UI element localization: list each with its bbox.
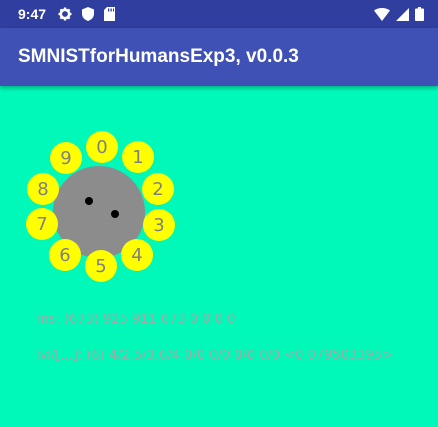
- app-bar: SMNISTforHumansExp3, v0.0.3: [0, 28, 438, 86]
- digit-button-7[interactable]: 7: [26, 208, 58, 240]
- main-content: 0 1 2 3 4 5 6 7 8 9 ms: (673) 925 911 67…: [0, 86, 438, 427]
- digit-button-3[interactable]: 3: [143, 209, 175, 241]
- battery-icon: [415, 7, 424, 21]
- shield-icon: [82, 7, 95, 21]
- app-title: SMNISTforHumansExp3, v0.0.3: [18, 46, 299, 67]
- signal-icon: [396, 7, 409, 21]
- touch-dot: [85, 197, 93, 205]
- status-time: 9:47: [18, 6, 47, 22]
- status-left-icons: [58, 7, 116, 21]
- sd-card-icon: [104, 7, 116, 21]
- digit-button-0[interactable]: 0: [86, 131, 118, 163]
- digit-button-4[interactable]: 4: [121, 239, 153, 271]
- digit-button-9[interactable]: 9: [50, 142, 82, 174]
- status-right-icons: [374, 0, 424, 28]
- wifi-icon: [374, 7, 390, 21]
- settings-gear-icon: [58, 7, 72, 21]
- digit-button-8[interactable]: 8: [27, 173, 59, 205]
- digit-button-6[interactable]: 6: [49, 239, 81, 271]
- ms-stats-text: ms: (673) 925 911 673 0 0 0 0: [36, 312, 236, 327]
- digit-dial: 0 1 2 3 4 5 6 7 8 9: [20, 131, 190, 282]
- digit-button-1[interactable]: 1: [122, 141, 154, 173]
- status-bar: 9:47: [0, 0, 438, 28]
- touch-dot: [111, 210, 119, 218]
- level-stats-text: lvl/[...]: (6) 4/2.5/3.6/4 0/0 0/0 0/0 0…: [36, 348, 393, 363]
- digit-button-5[interactable]: 5: [85, 250, 117, 282]
- digit-button-2[interactable]: 2: [142, 173, 174, 205]
